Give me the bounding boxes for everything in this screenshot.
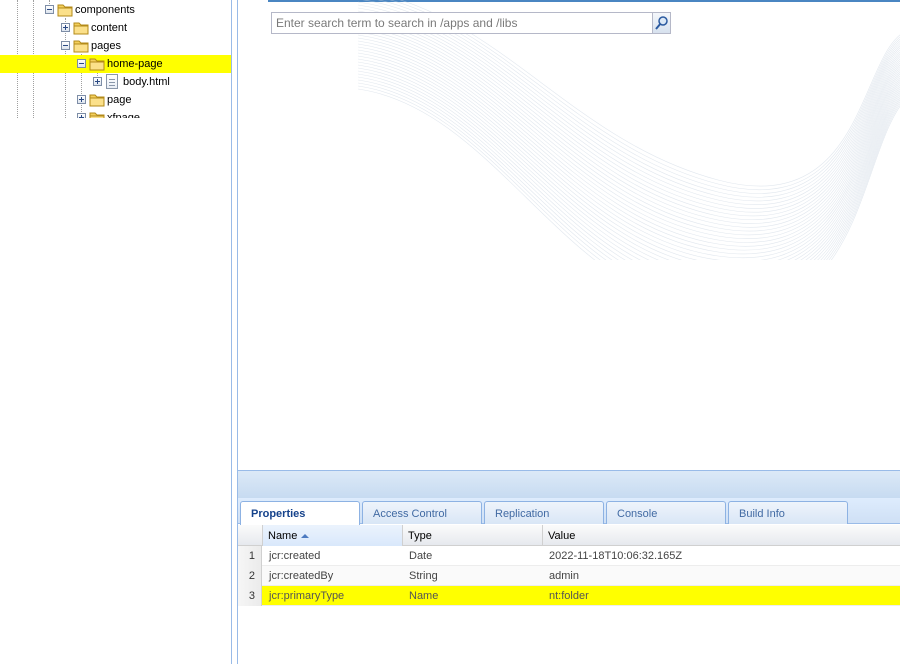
row-number: 3 — [238, 586, 262, 606]
tree-node-body-html[interactable]: body.html — [0, 73, 231, 91]
tree-clip: xfpage — [0, 109, 231, 118]
column-header-label: Name — [268, 530, 298, 542]
search-button[interactable] — [652, 13, 670, 33]
property-type[interactable]: String — [403, 566, 438, 586]
folder-icon — [73, 40, 89, 53]
tree-node-xfpage[interactable]: xfpage — [0, 109, 231, 118]
expand-toggle-icon[interactable] — [77, 113, 86, 118]
tree-node-label[interactable]: content — [91, 22, 127, 34]
tab-build-info[interactable]: Build Info — [728, 501, 848, 524]
main-panel — [237, 0, 900, 470]
tab-access-control[interactable]: Access Control — [362, 501, 482, 524]
wave-line — [357, 40, 900, 251]
table-row-selected[interactable]: 3 jcr:primaryType Name nt:folder — [238, 586, 900, 606]
collapse-toggle-icon[interactable] — [77, 59, 86, 68]
column-header-type[interactable]: Type — [403, 525, 543, 546]
magnifier-icon — [655, 16, 668, 30]
wave-line — [357, 88, 900, 260]
folder-icon — [89, 94, 105, 107]
sort-ascending-icon — [301, 534, 310, 538]
row-number-header — [238, 525, 263, 546]
tree-node-components[interactable]: components — [0, 1, 231, 19]
collapse-toggle-icon[interactable] — [61, 41, 70, 50]
grid-header: Name Type Value — [238, 525, 900, 546]
property-value[interactable]: 2022-11-18T10:06:32.165Z — [543, 546, 682, 566]
column-header-label: Type — [408, 530, 432, 542]
tab-strip: Properties Access Control Replication Co… — [238, 498, 900, 525]
row-number: 2 — [238, 566, 262, 586]
expand-toggle-icon[interactable] — [61, 23, 70, 32]
search-input[interactable] — [272, 13, 652, 33]
property-name[interactable]: jcr:created — [263, 546, 320, 566]
wave-line — [357, 28, 900, 235]
folder-icon — [89, 112, 105, 118]
column-header-name[interactable]: Name — [263, 525, 403, 546]
property-name[interactable]: jcr:createdBy — [263, 566, 333, 586]
property-type[interactable]: Date — [403, 546, 432, 566]
folder-icon — [73, 22, 89, 35]
wave-line — [357, 31, 900, 239]
wave-line — [357, 64, 900, 260]
tree-node-label[interactable]: page — [107, 94, 131, 106]
file-icon — [106, 74, 118, 89]
search-box — [271, 12, 671, 34]
properties-panel: Properties Access Control Replication Co… — [237, 498, 900, 664]
tab-properties[interactable]: Properties — [240, 501, 360, 525]
property-value[interactable]: nt:folder — [543, 586, 589, 606]
tree-node-home-page[interactable]: home-page — [0, 55, 231, 73]
tree-node-page[interactable]: page — [0, 91, 231, 109]
folder-icon — [57, 4, 73, 17]
panel-splitter[interactable] — [237, 470, 900, 498]
tree-node-pages[interactable]: pages — [0, 37, 231, 55]
decorative-wave-lines — [357, 0, 900, 260]
table-row[interactable]: 2 jcr:createdBy String admin — [238, 566, 900, 586]
tab-console[interactable]: Console — [606, 501, 726, 524]
property-type[interactable]: Name — [403, 586, 438, 606]
tab-replication[interactable]: Replication — [484, 501, 604, 524]
expand-toggle-icon[interactable] — [77, 95, 86, 104]
table-row[interactable]: 1 jcr:created Date 2022-11-18T10:06:32.1… — [238, 546, 900, 566]
wave-line — [357, 25, 900, 232]
tree-node-label[interactable]: pages — [91, 40, 121, 52]
tree-node-label[interactable]: home-page — [107, 58, 163, 70]
column-header-value[interactable]: Value — [543, 525, 900, 546]
tree-node-content[interactable]: content — [0, 19, 231, 37]
wave-line — [357, 10, 900, 213]
tree-node-label[interactable]: xfpage — [107, 112, 140, 118]
folder-icon — [89, 58, 105, 71]
row-number: 1 — [238, 546, 262, 566]
column-header-label: Value — [548, 530, 576, 542]
expand-toggle-icon[interactable] — [93, 77, 102, 86]
property-value[interactable]: admin — [543, 566, 579, 586]
tree-node-label[interactable]: body.html — [123, 76, 170, 88]
repository-tree: components content pages home-page body.… — [0, 0, 232, 664]
wave-line — [357, 49, 900, 260]
property-name[interactable]: jcr:primaryType — [263, 586, 344, 606]
wave-line — [357, 61, 900, 260]
collapse-toggle-icon[interactable] — [45, 5, 54, 14]
tree-node-label[interactable]: components — [75, 4, 135, 16]
